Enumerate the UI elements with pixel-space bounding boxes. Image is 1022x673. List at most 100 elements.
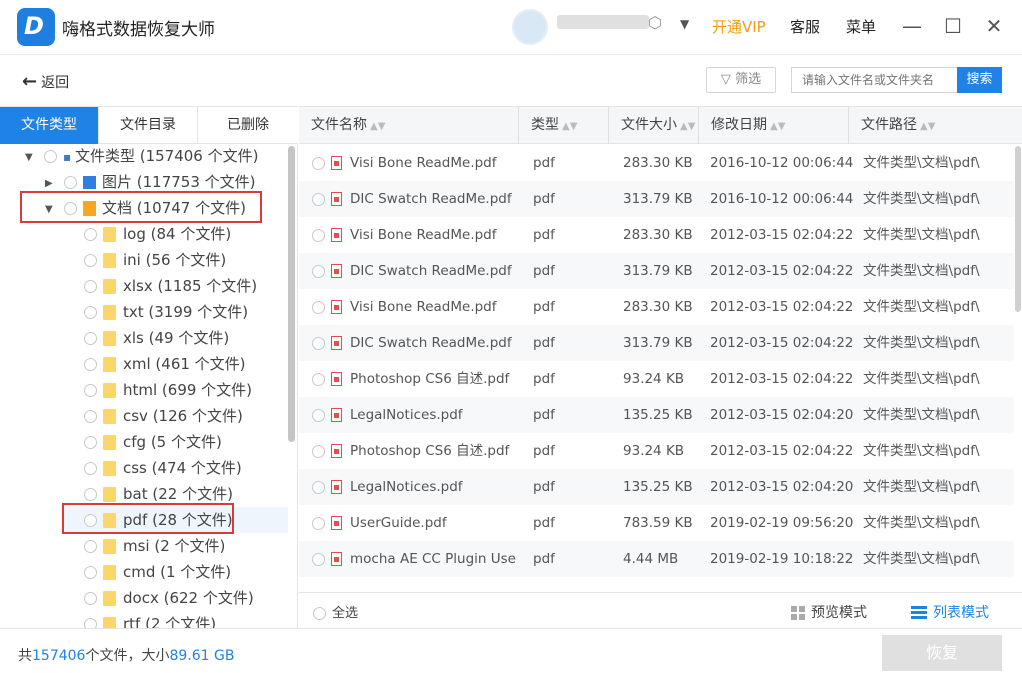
column-header-type[interactable]: 类型 ▲▼: [519, 107, 609, 144]
size-cell: 135.25 KB: [623, 407, 693, 423]
tree-item-csv[interactable]: csv (126 个文件): [84, 404, 243, 428]
tree-item-msi[interactable]: msi (2 个文件): [84, 534, 225, 558]
column-header-date[interactable]: 修改日期 ▲▼: [699, 107, 849, 144]
radio[interactable]: [84, 410, 97, 423]
tree-scrollbar[interactable]: [288, 146, 295, 442]
back-button[interactable]: ← 返回: [22, 71, 69, 92]
table-row[interactable]: Visi Bone ReadMe.pdf pdf 283.30 KB 2012-03-…: [299, 289, 1014, 325]
tree-item-rtf[interactable]: rtf (2 个文件): [84, 612, 216, 628]
filter-button[interactable]: ▽ 筛选: [706, 67, 776, 93]
column-header-name[interactable]: 文件名称 ▲▼: [299, 107, 519, 144]
table-row[interactable]: Visi Bone ReadMe.pdf pdf 283.30 KB 2016-10-…: [299, 145, 1014, 181]
radio[interactable]: [312, 372, 325, 386]
menu-link[interactable]: 菜单: [846, 16, 876, 37]
select-all-checkbox[interactable]: 全选: [313, 602, 358, 621]
minimize-icon[interactable]: —: [898, 12, 926, 40]
vip-badge-icon: ⬡: [648, 13, 662, 32]
folder-icon: [103, 383, 116, 398]
table-row[interactable]: DIC Swatch ReadMe.pdf pdf 313.79 KB 2012-03…: [299, 325, 1014, 361]
radio[interactable]: [312, 264, 325, 278]
radio[interactable]: [84, 254, 97, 267]
radio[interactable]: [84, 566, 97, 579]
radio[interactable]: [313, 607, 326, 620]
table-row[interactable]: mocha AE CC Plugin User... pdf 4.44 MB 2019…: [299, 541, 1014, 577]
tree-item-css[interactable]: css (474 个文件): [84, 456, 242, 480]
radio[interactable]: [312, 408, 325, 422]
radio[interactable]: [84, 540, 97, 553]
service-link[interactable]: 客服: [790, 16, 820, 37]
table-row[interactable]: Visi Bone ReadMe.pdf pdf 283.30 KB 2012-03-…: [299, 217, 1014, 253]
tab-file-directory[interactable]: 文件目录: [99, 107, 198, 144]
tree-item-cmd[interactable]: cmd (1 个文件): [84, 560, 231, 584]
preview-mode-button[interactable]: 预览模式: [791, 602, 867, 622]
radio[interactable]: [84, 280, 97, 293]
file-name-cell: Visi Bone ReadMe.pdf: [312, 217, 517, 253]
table-row[interactable]: Photoshop CS6 自述.pdf pdf 93.24 KB 2012-03-1…: [299, 361, 1014, 397]
type-cell: pdf: [533, 443, 555, 459]
table-row[interactable]: DIC Swatch ReadMe.pdf pdf 313.79 KB 2016-10…: [299, 181, 1014, 217]
radio[interactable]: [84, 384, 97, 397]
search-button[interactable]: 搜索: [957, 67, 1002, 93]
radio[interactable]: [84, 228, 97, 241]
radio[interactable]: [312, 228, 325, 242]
tree-item-xlsx[interactable]: xlsx (1185 个文件): [84, 274, 257, 298]
type-cell: pdf: [533, 155, 555, 171]
radio[interactable]: [312, 552, 325, 566]
toolbar: ←返回 ▽ 筛选 搜索: [0, 56, 1022, 106]
radio[interactable]: [84, 488, 97, 501]
radio[interactable]: [312, 516, 325, 530]
radio[interactable]: [312, 444, 325, 458]
tab-deleted[interactable]: 已删除: [198, 107, 298, 144]
radio[interactable]: [312, 336, 325, 350]
radio[interactable]: [84, 332, 97, 345]
tree-item-docx[interactable]: docx (622 个文件): [84, 586, 254, 610]
table-row[interactable]: LegalNotices.pdf pdf 135.25 KB 2012-03-15 0…: [299, 469, 1014, 505]
radio[interactable]: [84, 306, 97, 319]
table-row[interactable]: UserGuide.pdf pdf 783.59 KB 2019-02-19 09:5…: [299, 505, 1014, 541]
radio[interactable]: [84, 592, 97, 605]
maximize-icon[interactable]: ☐: [939, 12, 967, 40]
list-mode-button[interactable]: 列表模式: [911, 602, 989, 622]
collapse-arrow-icon[interactable]: ▶: [45, 178, 53, 189]
radio[interactable]: [84, 618, 97, 628]
date-cell: 2016-10-12 00:06:44: [710, 155, 854, 171]
tree-root[interactable]: ▪ 文件类型 (157406 个文件): [44, 144, 258, 168]
tree-item-ini[interactable]: ini (56 个文件): [84, 248, 226, 272]
recover-button[interactable]: 恢复: [882, 635, 1002, 671]
file-name-cell: mocha AE CC Plugin User...: [312, 541, 517, 577]
radio[interactable]: [84, 436, 97, 449]
tree-item-xml[interactable]: xml (461 个文件): [84, 352, 246, 376]
tree-item-log[interactable]: log (84 个文件): [84, 222, 231, 246]
chevron-down-icon[interactable]: ▼: [680, 17, 689, 31]
pdf-file-icon: [331, 156, 342, 170]
column-header-size[interactable]: 文件大小 ▲▼: [609, 107, 699, 144]
radio[interactable]: [312, 480, 325, 494]
radio[interactable]: [84, 462, 97, 475]
table-scrollbar[interactable]: [1015, 146, 1021, 312]
folder-icon: [103, 461, 116, 476]
tree-item-html[interactable]: html (699 个文件): [84, 378, 252, 402]
search-input[interactable]: [791, 67, 957, 93]
size-cell: 93.24 KB: [623, 371, 685, 387]
radio[interactable]: [312, 192, 325, 206]
expand-arrow-icon[interactable]: ▼: [25, 152, 33, 163]
type-cell: pdf: [533, 479, 555, 495]
radio[interactable]: [312, 300, 325, 314]
column-header-path[interactable]: 文件路径 ▲▼: [849, 107, 1022, 144]
tree-item-xls[interactable]: xls (49 个文件): [84, 326, 229, 350]
avatar[interactable]: [512, 9, 548, 45]
vip-link[interactable]: 开通VIP: [712, 16, 766, 37]
table-row[interactable]: DIC Swatch ReadMe.pdf pdf 313.79 KB 2012-03…: [299, 253, 1014, 289]
tree-item-txt[interactable]: txt (3199 个文件): [84, 300, 248, 324]
radio[interactable]: [44, 150, 57, 163]
radio[interactable]: [64, 176, 77, 189]
table-row[interactable]: LegalNotices.pdf pdf 135.25 KB 2012-03-15 0…: [299, 397, 1014, 433]
close-icon[interactable]: ✕: [980, 12, 1008, 40]
tab-file-type[interactable]: 文件类型: [0, 107, 99, 144]
table-row[interactable]: Photoshop CS6 自述.pdf pdf 93.24 KB 2012-03-1…: [299, 433, 1014, 469]
tree-item-cfg[interactable]: cfg (5 个文件): [84, 430, 222, 454]
radio[interactable]: [84, 358, 97, 371]
path-cell: 文件类型\文档\pdf\: [863, 515, 980, 531]
type-cell: pdf: [533, 371, 555, 387]
radio[interactable]: [312, 156, 325, 170]
